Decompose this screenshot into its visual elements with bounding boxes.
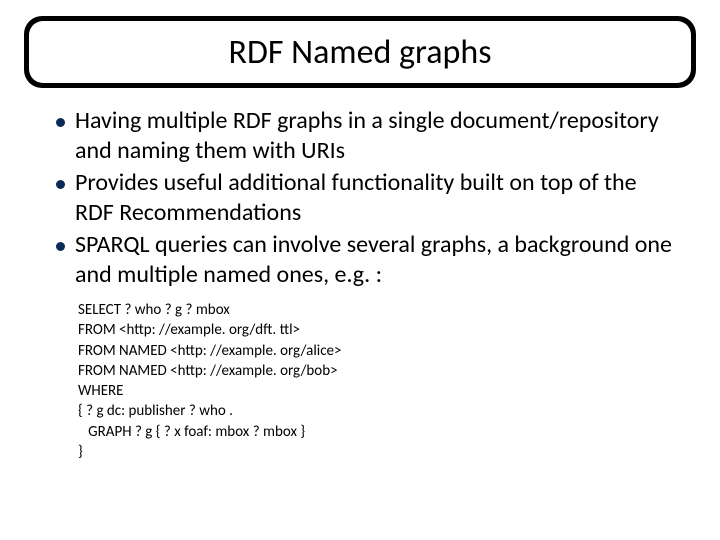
code-line: FROM NAMED <http: //example. org/bob> — [78, 361, 702, 381]
code-line: { ? g dc: publisher ? who . — [78, 401, 702, 421]
bullet-text: SPARQL queries can involve several graph… — [75, 230, 672, 290]
slide: RDF Named graphs Having multiple RDF gra… — [0, 0, 720, 540]
code-line: SELECT ? who ? g ? mbox — [78, 300, 702, 320]
sparql-code-block: SELECT ? who ? g ? mbox FROM <http: //ex… — [78, 300, 702, 462]
code-line: GRAPH ? g { ? x foaf: mbox ? mbox } — [78, 422, 702, 442]
bullet-item: Having multiple RDF graphs in a single d… — [56, 106, 672, 166]
code-line: FROM <http: //example. org/dft. ttl> — [78, 320, 702, 340]
title-inner: RDF Named graphs — [29, 21, 691, 83]
bullet-item: Provides useful additional functionality… — [56, 168, 672, 228]
bullet-list: Having multiple RDF graphs in a single d… — [18, 106, 702, 290]
code-line: FROM NAMED <http: //example. org/alice> — [78, 341, 702, 361]
slide-title: RDF Named graphs — [228, 32, 491, 73]
code-line: } — [78, 442, 702, 462]
code-line: WHERE — [78, 381, 702, 401]
bullet-dot-icon — [56, 180, 65, 189]
bullet-text: Having multiple RDF graphs in a single d… — [75, 106, 672, 166]
title-band: RDF Named graphs — [24, 16, 696, 88]
bullet-dot-icon — [56, 242, 65, 251]
bullet-text: Provides useful additional functionality… — [75, 168, 672, 228]
bullet-dot-icon — [56, 118, 65, 127]
bullet-item: SPARQL queries can involve several graph… — [56, 230, 672, 290]
